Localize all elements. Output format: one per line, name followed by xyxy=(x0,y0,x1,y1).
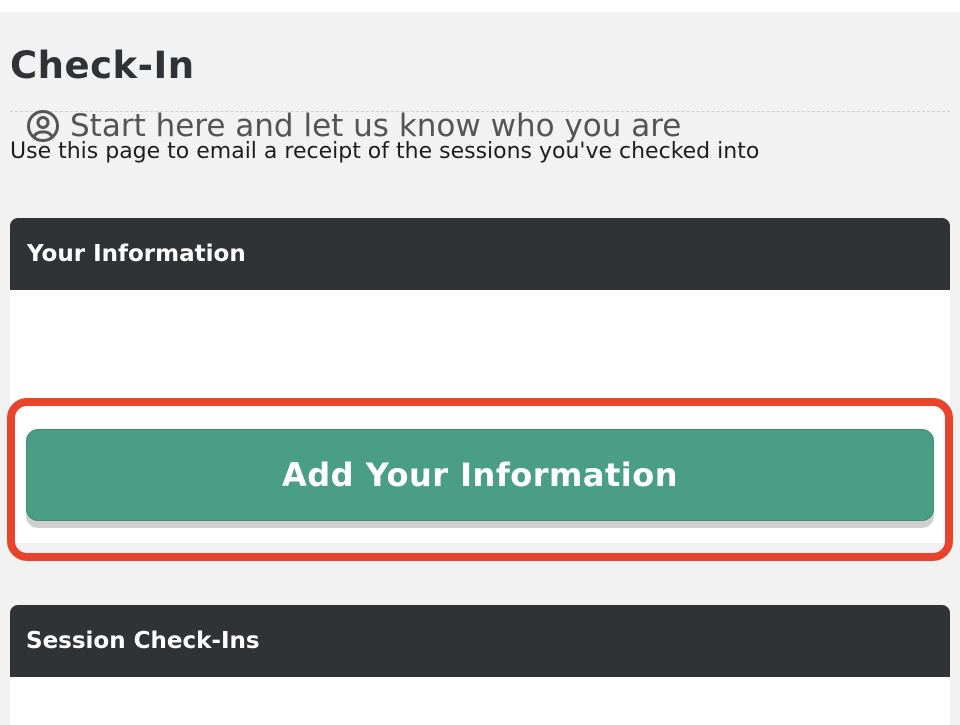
add-your-information-button[interactable]: Add Your Information xyxy=(26,429,934,521)
your-information-header: Your Information xyxy=(10,218,950,290)
info-prompt: Start here and let us know who you are xyxy=(26,106,681,146)
page-title: Check-In xyxy=(10,44,195,87)
top-bar xyxy=(0,0,960,12)
session-checkins-header: Session Check-Ins xyxy=(10,605,950,677)
info-prompt-text: Start here and let us know who you are xyxy=(70,108,682,144)
user-circle-icon xyxy=(26,109,60,143)
session-checkins-card: Session Check-Ins xyxy=(10,605,950,725)
